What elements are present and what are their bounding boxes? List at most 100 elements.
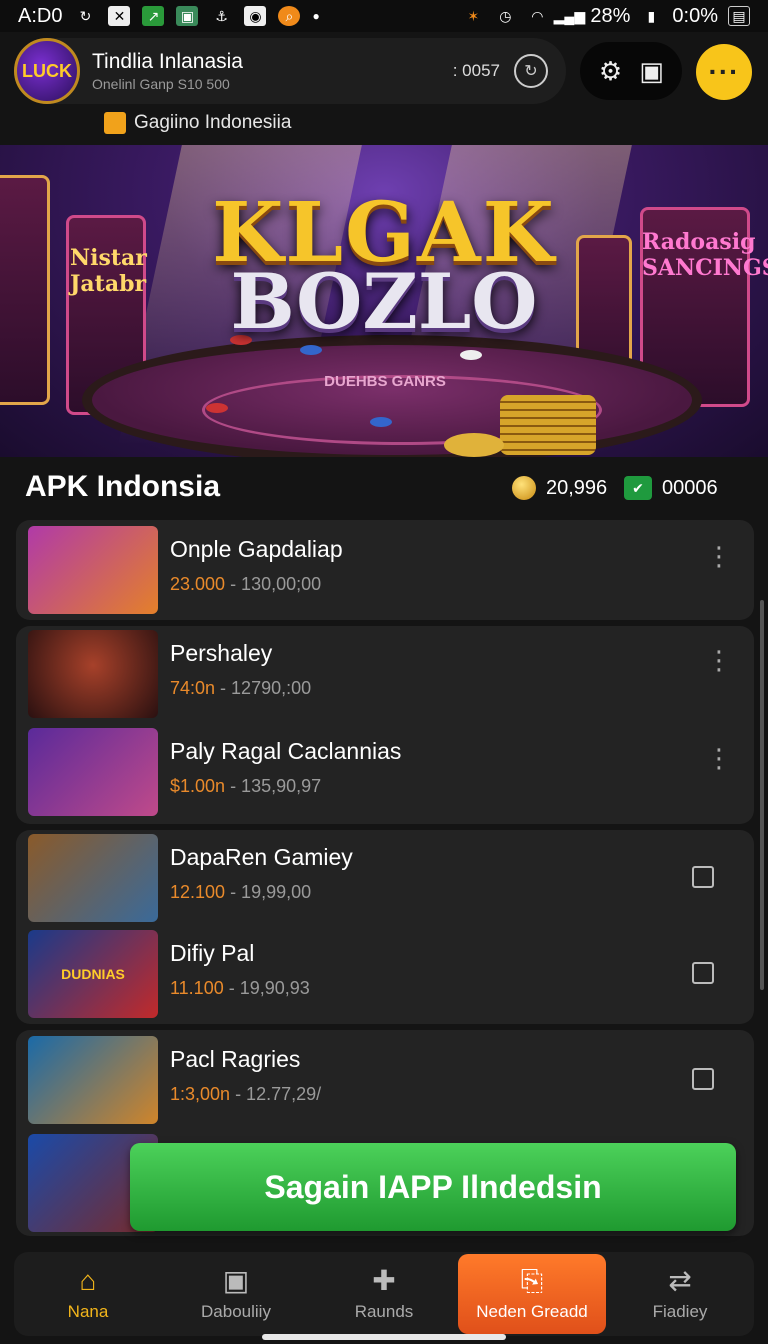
nav-item-reward[interactable]: ⎘ Neden Greadd: [458, 1254, 606, 1334]
game-detail: - 135,90,97: [225, 776, 322, 796]
game-thumbnail: [28, 1036, 158, 1124]
swap-icon: ⇄: [668, 1265, 692, 1296]
game-thumbnail: [28, 728, 158, 816]
nav-item-friends[interactable]: ⇄ Fiadiey: [606, 1252, 754, 1336]
table-text: DUEHBS GANRS: [324, 373, 446, 390]
nav-item-home[interactable]: ⌂ Nana: [14, 1252, 162, 1336]
scrollbar[interactable]: [760, 600, 764, 990]
nav-label: Raunds: [354, 1302, 414, 1321]
battery-icon: ▮: [647, 7, 656, 24]
list-item[interactable]: Onple Gapdaliap 23.000 - 130,00;00 ⋮: [28, 526, 742, 616]
battery-percent: 28%: [590, 4, 631, 27]
game-detail: - 19,99,00: [225, 882, 312, 902]
refresh-icon[interactable]: ↻: [514, 54, 548, 88]
chip: [370, 417, 392, 427]
game-price: 12.100: [170, 882, 226, 902]
logo-text: LUCK: [22, 60, 72, 81]
settings-icon[interactable]: ⚙: [593, 53, 629, 89]
coin-count: 20,996: [546, 476, 608, 499]
game-thumbnail: [28, 526, 158, 614]
app-logo[interactable]: LUCK: [14, 38, 80, 104]
puzzle-icon: ✚: [372, 1265, 396, 1296]
app-title: Tindlia Inlanasia: [92, 50, 243, 73]
section-title: APK Indonsia: [25, 470, 221, 503]
cta-label: Sagain IAPP Ilndedsin: [264, 1168, 602, 1205]
home-indicator[interactable]: [262, 1334, 506, 1340]
gold-coins: [444, 433, 504, 457]
game-title: Onple Gapdaliap: [170, 536, 343, 562]
bottom-nav: ⌂ Nana ▣ Dabouliiy ✚ Raunds ⎘ Neden Grea…: [14, 1252, 754, 1336]
camera-icon: ◉: [244, 6, 267, 26]
coin-balance: 20,996: [512, 476, 607, 500]
game-detail: - 130,00;00: [225, 574, 322, 594]
gem-count: 00006: [662, 476, 718, 499]
nav-item-dashboard[interactable]: ▣ Dabouliiy: [162, 1252, 310, 1336]
breadcrumb-label: Gagiino Indonesiia: [134, 112, 292, 133]
game-meta: $1.00n - 135,90,97: [170, 776, 321, 797]
game-thumbnail: [28, 630, 158, 718]
game-title: Paly Ragal Caclannias: [170, 738, 402, 764]
status-bar: A:D0 ↻ ✕ ↗ ▣ ⚓ ◉ ⌕ ● ✶ ◷ ◠ ▂▄▆ 28% ▮ 0:0…: [0, 0, 768, 32]
select-checkbox[interactable]: [692, 962, 714, 984]
sync-icon: ↻: [79, 7, 92, 24]
status-clock-right: 0:0%: [672, 4, 718, 27]
game-price: 74:0n: [170, 678, 216, 698]
star-alert-icon: ✶: [467, 7, 480, 24]
game-card: Onple Gapdaliap 23.000 - 130,00;00 ⋮: [16, 520, 754, 620]
gem-icon: ✔: [624, 476, 652, 500]
game-thumbnail: [28, 834, 158, 922]
game-price: 11.100: [170, 978, 224, 998]
game-card: Pershaley 74:0n - 12790,:00 ⋮ Paly Ragal…: [16, 626, 754, 824]
alarm-icon: ◷: [499, 7, 512, 24]
poker-table: [82, 335, 702, 457]
select-checkbox[interactable]: [692, 866, 714, 888]
search-app-icon: ⌕: [278, 6, 301, 26]
more-vert-icon[interactable]: ⋮: [706, 543, 732, 569]
battery-box-icon: ▤: [728, 6, 750, 26]
notification-dot-icon: ●: [312, 9, 320, 23]
game-title: Pershaley: [170, 640, 273, 666]
app-subtitle: Onelinl Ganp S10 500: [92, 76, 230, 92]
signal-icon: ▂▄▆: [553, 7, 586, 24]
select-checkbox[interactable]: [692, 1068, 714, 1090]
thumb-label: DUDNIAS: [61, 966, 125, 982]
header-tools: ⚙ ▣: [580, 42, 682, 100]
list-item[interactable]: DapaRen Gamiey 12.100 - 19,99,00: [28, 834, 742, 924]
game-detail: - 19,90,93: [223, 978, 310, 998]
more-vert-icon[interactable]: ⋮: [706, 745, 732, 771]
more-label: ···: [708, 56, 740, 87]
game-meta: 12.100 - 19,99,00: [170, 882, 311, 903]
promo-banner[interactable]: Nistar Jatabr Radoasig SANCINGS DUEHBS G…: [0, 145, 768, 457]
nav-label: Nana: [67, 1302, 109, 1321]
game-detail: - 12.77,29/: [230, 1084, 322, 1104]
coin-icon: [512, 476, 536, 500]
game-title: Difiy Pal: [170, 940, 255, 966]
app-header: LUCK Tindlia Inlanasia Onelinl Ganp S10 …: [14, 38, 566, 104]
nav-item-rounds[interactable]: ✚ Raunds: [310, 1252, 458, 1336]
game-price: 23.000: [170, 574, 226, 594]
status-time: A:D0: [18, 4, 63, 27]
more-menu-button[interactable]: ···: [696, 44, 752, 100]
cta-button[interactable]: Sagain IAPP Ilndedsin: [130, 1143, 736, 1231]
app-x-icon: ✕: [108, 6, 131, 26]
wifi-icon: ◠: [531, 7, 544, 24]
game-meta: 1:3,00n - 12.77,29/: [170, 1084, 321, 1105]
game-title: Pacl Ragries: [170, 1046, 301, 1072]
game-thumbnail: DUDNIAS: [28, 930, 158, 1018]
nav-label: Neden Greadd: [476, 1302, 588, 1321]
chip: [206, 403, 228, 413]
game-meta: 74:0n - 12790,:00: [170, 678, 311, 699]
header-count: : 0057: [452, 61, 500, 80]
list-item[interactable]: Pershaley 74:0n - 12790,:00 ⋮: [28, 630, 742, 720]
nav-label: Dabouliiy: [201, 1302, 271, 1321]
chip-stack: [500, 395, 596, 455]
breadcrumb[interactable]: Gagiino Indonesiia: [104, 112, 291, 134]
game-card: DapaRen Gamiey 12.100 - 19,99,00 DUDNIAS…: [16, 830, 754, 1024]
list-item[interactable]: Paly Ragal Caclannias $1.00n - 135,90,97…: [28, 728, 742, 818]
list-item[interactable]: DUDNIAS Difiy Pal 11.100 - 19,90,93: [28, 930, 742, 1020]
list-item[interactable]: Pacl Ragries 1:3,00n - 12.77,29/: [28, 1036, 742, 1126]
chip: [300, 345, 322, 355]
more-vert-icon[interactable]: ⋮: [706, 647, 732, 673]
profile-card-icon[interactable]: ▣: [634, 53, 670, 89]
gem-balance: ✔ 00006: [624, 476, 718, 500]
